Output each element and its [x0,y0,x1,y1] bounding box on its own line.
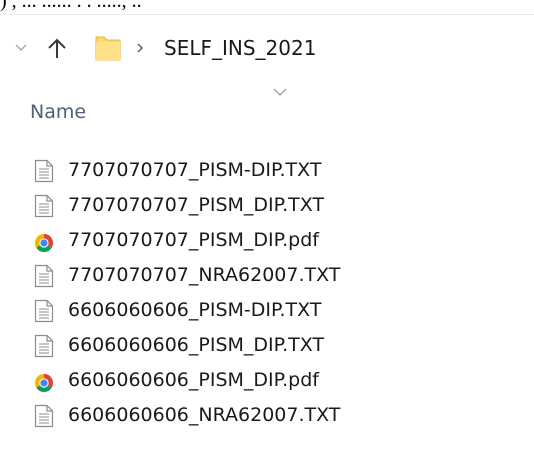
file-name: 7707070707_NRA62007.TXT [68,264,341,286]
chevron-down-icon[interactable] [14,39,28,57]
address-bar: SELF_INS_2021 [0,26,534,70]
text-document-icon [34,159,54,183]
file-name: 6606060606_PISM_DIP.pdf [68,369,319,391]
cropped-text: ) , ... ...... . . ....., .. [0,0,142,12]
file-name: 6606060606_NRA62007.TXT [68,404,341,426]
chevron-right-icon [134,39,146,57]
sort-chevron-icon [272,82,288,96]
column-header-name[interactable]: Name [30,100,86,124]
text-document-icon [34,334,54,358]
file-row[interactable]: 7707070707_PISM-DIP.TXT [0,153,534,188]
file-name: 7707070707_PISM_DIP.TXT [68,194,325,216]
up-arrow-icon[interactable] [46,36,68,60]
text-document-icon [34,299,54,323]
file-name: 7707070707_PISM_DIP.pdf [68,229,319,251]
breadcrumb-item[interactable]: SELF_INS_2021 [164,36,316,60]
folder-icon [93,33,123,63]
divider [0,14,534,15]
cropped-top-text: ) , ... ...... . . ....., .. [0,0,534,16]
text-document-icon [34,194,54,218]
text-document-icon [34,264,54,288]
file-row[interactable]: 7707070707_PISM_DIP.pdf [0,223,534,258]
chrome-icon [34,229,54,253]
file-list: 7707070707_PISM-DIP.TXT 7707070707_PISM_D… [0,153,534,433]
chrome-icon [34,369,54,393]
file-name: 6606060606_PISM-DIP.TXT [68,299,322,321]
file-row[interactable]: 6606060606_PISM_DIP.TXT [0,328,534,363]
file-row[interactable]: 7707070707_PISM_DIP.TXT [0,188,534,223]
file-row[interactable]: 7707070707_NRA62007.TXT [0,258,534,293]
file-name: 6606060606_PISM_DIP.TXT [68,334,325,356]
file-name: 7707070707_PISM-DIP.TXT [68,159,322,181]
file-row[interactable]: 6606060606_NRA62007.TXT [0,398,534,433]
file-row[interactable]: 6606060606_PISM-DIP.TXT [0,293,534,328]
file-row[interactable]: 6606060606_PISM_DIP.pdf [0,363,534,398]
text-document-icon [34,404,54,428]
